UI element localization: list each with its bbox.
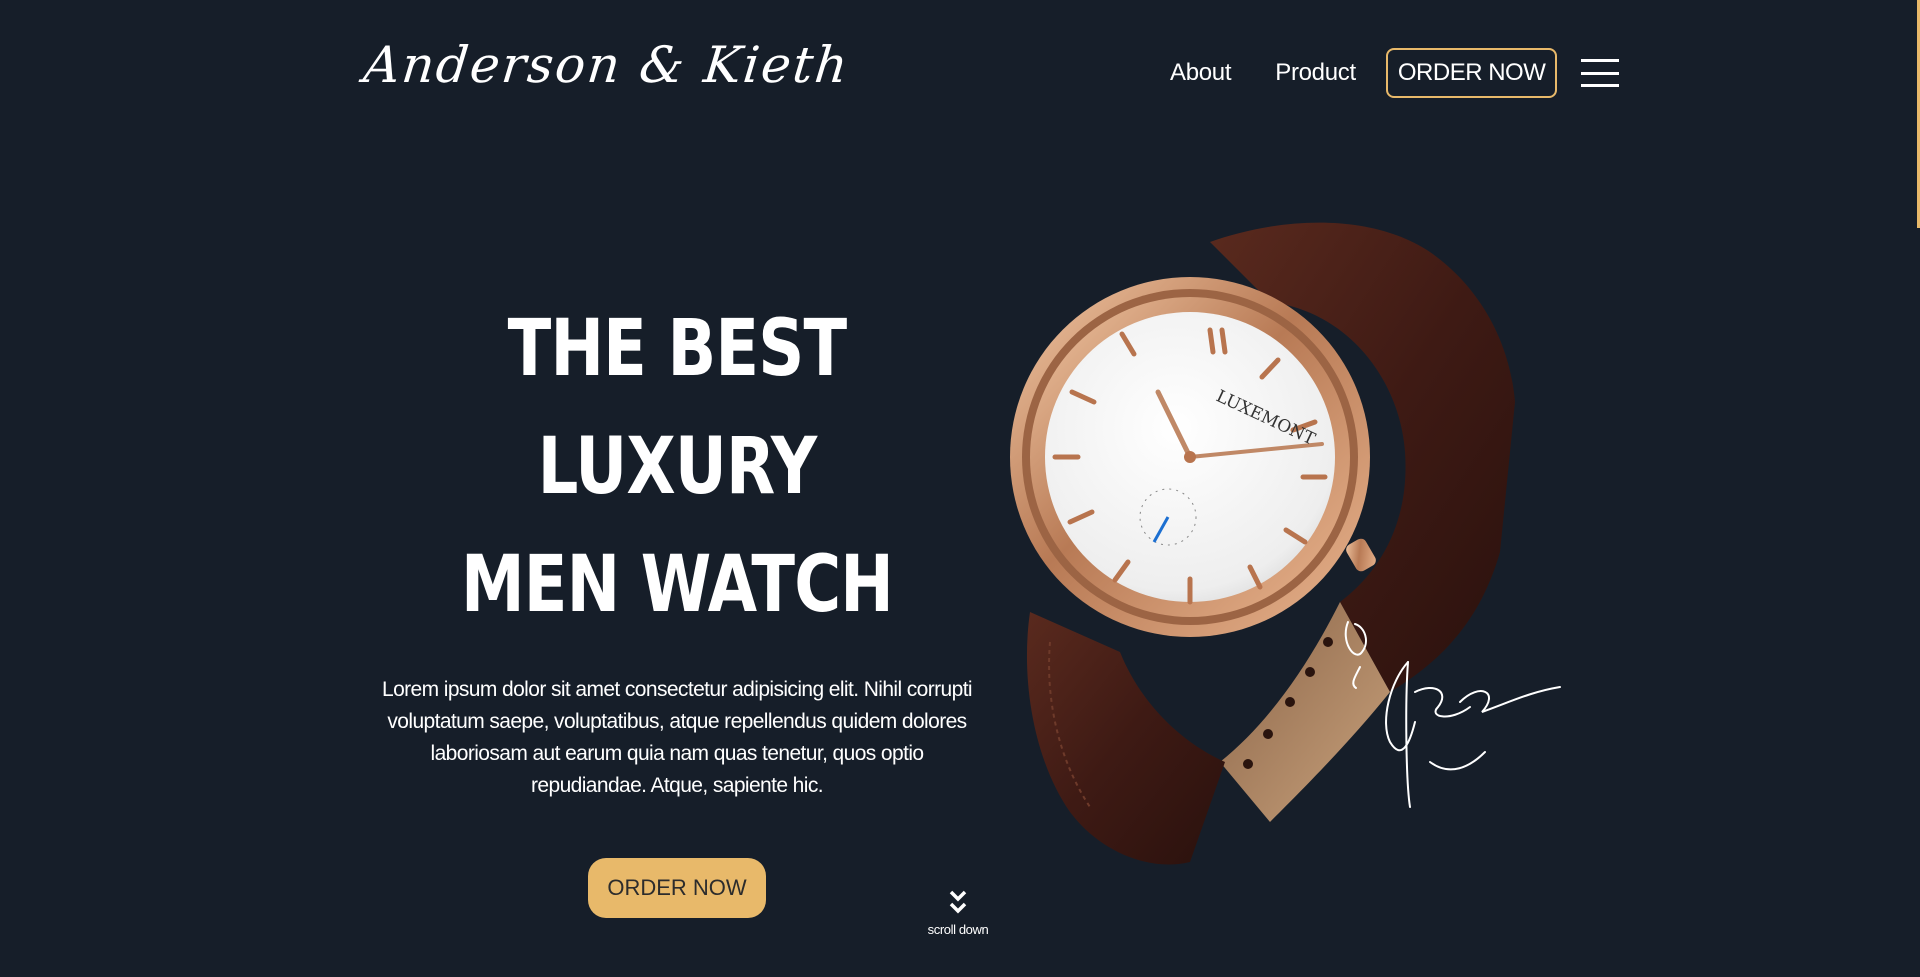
hero-order-now-button[interactable]: ORDER NOW [588,858,766,918]
nav-link-about[interactable]: About [1170,59,1232,87]
hero-title: THE BEST LUXURY MEN WATCH [425,290,928,644]
landing-page: Anderson & Kieth About Product ORDER NOW… [0,0,1920,977]
scroll-down-label: scroll down [927,922,989,937]
nav-order-now-button[interactable]: ORDER NOW [1385,48,1558,98]
hamburger-icon[interactable] [1581,59,1620,87]
main-nav: About Product ORDER NOW [1170,48,1620,98]
watch-illustration: LUXEMONT [1010,222,1561,865]
double-chevron-down-icon [949,890,967,914]
hero-title-line1: THE BEST LUXURY [507,304,848,512]
hero-description: Lorem ipsum dolor sit amet consectetur a… [382,678,973,797]
scroll-down-button[interactable]: scroll down [910,888,1006,937]
brand-logo[interactable]: Anderson & Kieth [361,36,852,94]
luxury-watch-image: LUXEMONT [1010,222,1570,872]
hero-section: THE BEST LUXURY MEN WATCH Lorem ipsum do… [370,290,984,918]
hero-title-line2: MEN WATCH [460,540,894,630]
nav-link-product[interactable]: Product [1275,59,1356,87]
